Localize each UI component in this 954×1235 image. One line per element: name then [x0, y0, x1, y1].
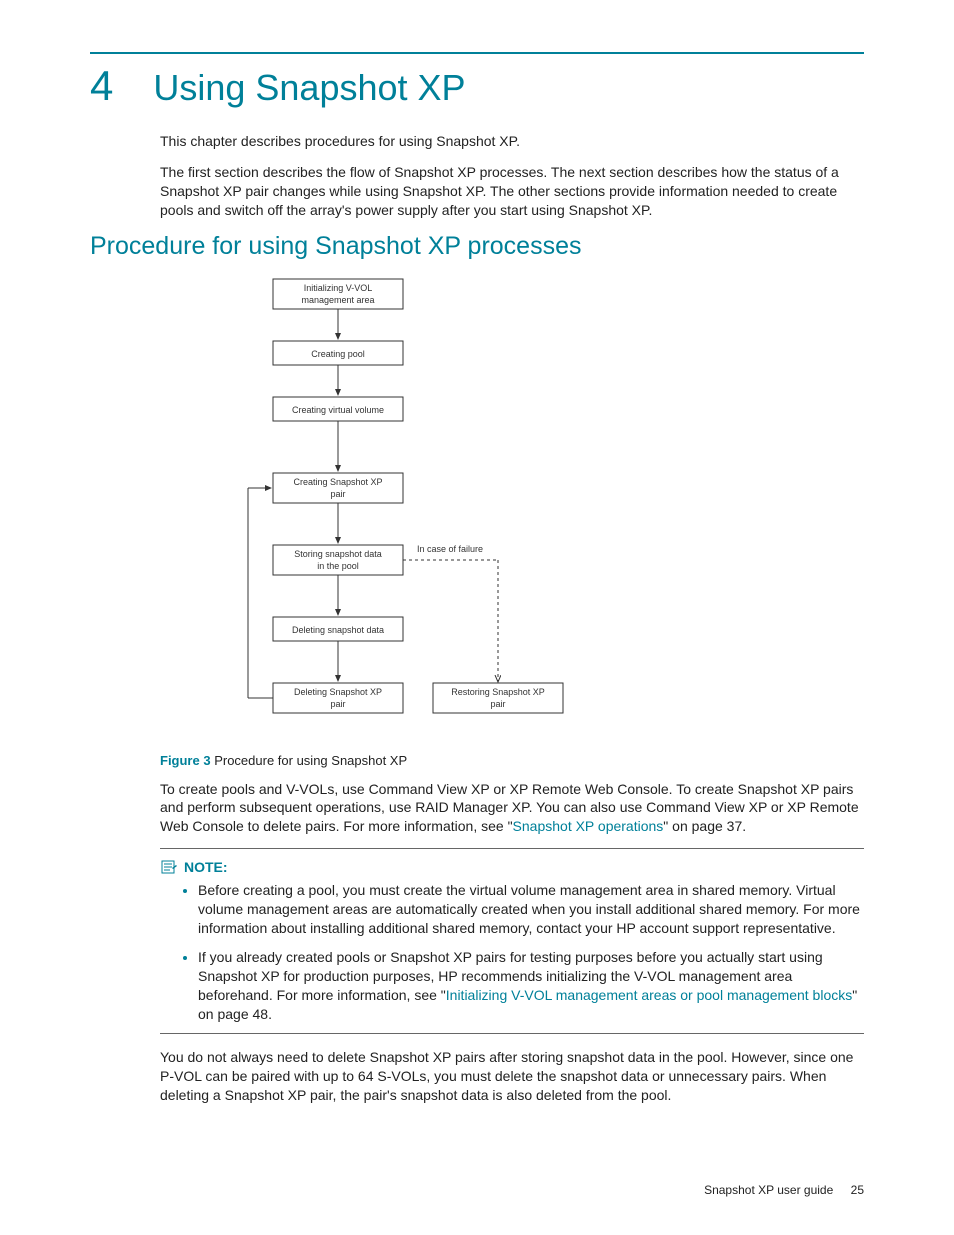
- top-rule: [90, 52, 864, 54]
- intro-paragraph-1: This chapter describes procedures for us…: [160, 132, 864, 151]
- figure-caption-text: Procedure for using Snapshot XP: [214, 753, 407, 768]
- note-item-1: Before creating a pool, you must create …: [198, 881, 864, 938]
- flow-box-4-l1: Creating Snapshot XP: [293, 477, 382, 487]
- flow-box-3: Creating virtual volume: [292, 405, 384, 415]
- flow-box-1-l2: management area: [301, 295, 374, 305]
- failure-edge-label: In case of failure: [417, 544, 483, 554]
- footer-doc-title: Snapshot XP user guide: [704, 1183, 833, 1197]
- page-footer: Snapshot XP user guide 25: [704, 1183, 864, 1197]
- chapter-heading: 4 Using Snapshot XP: [90, 62, 864, 110]
- section-heading: Procedure for using Snapshot XP processe…: [90, 232, 864, 261]
- create-paragraph-post: " on page 37.: [663, 818, 746, 834]
- note-top-rule: [160, 848, 864, 849]
- delete-paragraph: You do not always need to delete Snapsho…: [160, 1048, 864, 1105]
- flow-box-6: Deleting snapshot data: [292, 625, 384, 635]
- flow-box-5-l1: Storing snapshot data: [294, 549, 382, 559]
- create-paragraph: To create pools and V-VOLs, use Command …: [160, 780, 864, 837]
- footer-page-number: 25: [851, 1183, 864, 1197]
- flow-box-1-l1: Initializing V-VOL: [304, 283, 373, 293]
- flow-box-7-l1: Deleting Snapshot XP: [294, 687, 382, 697]
- note-icon: [160, 859, 178, 875]
- flow-box-8-l2: pair: [490, 699, 505, 709]
- figure-label: Figure 3: [160, 753, 211, 768]
- flowchart-figure: Initializing V-VOL management area Creat…: [188, 277, 824, 747]
- note-label: NOTE:: [184, 859, 228, 875]
- intro-paragraph-2: The first section describes the flow of …: [160, 163, 864, 220]
- chapter-number: 4: [90, 62, 113, 110]
- note-item-2: If you already created pools or Snapshot…: [198, 948, 864, 1024]
- flowchart-svg: Initializing V-VOL management area Creat…: [188, 277, 568, 747]
- init-vvol-link[interactable]: Initializing V-VOL management areas or p…: [446, 987, 852, 1003]
- chapter-title: Using Snapshot XP: [153, 67, 465, 109]
- flow-box-2: Creating pool: [311, 349, 365, 359]
- figure-caption: Figure 3 Procedure for using Snapshot XP: [160, 753, 864, 768]
- create-paragraph-pre: To create pools and V-VOLs, use Command …: [160, 781, 859, 835]
- flow-box-7-l2: pair: [330, 699, 345, 709]
- flow-box-8-l1: Restoring Snapshot XP: [451, 687, 545, 697]
- flow-box-5-l2: in the pool: [317, 561, 359, 571]
- note-list: Before creating a pool, you must create …: [178, 881, 864, 1023]
- snapshot-operations-link[interactable]: Snapshot XP operations: [513, 818, 664, 834]
- note-bottom-rule: [160, 1033, 864, 1034]
- note-heading: NOTE:: [160, 859, 864, 875]
- flow-box-4-l2: pair: [330, 489, 345, 499]
